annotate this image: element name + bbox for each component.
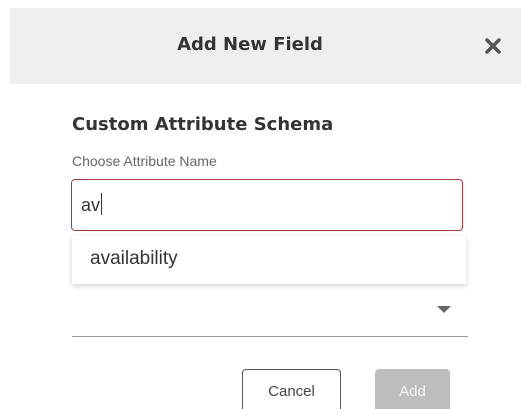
dialog: Add New Field Custom Attribute Schema Ch… [0,0,521,409]
section-title: Custom Attribute Schema [72,114,334,135]
close-icon[interactable] [481,34,505,58]
attribute-name-label: Choose Attribute Name [72,153,217,169]
attribute-name-input[interactable] [71,179,463,231]
autocomplete-dropdown: availability [72,236,466,284]
add-button[interactable]: Add [375,369,450,409]
dialog-title: Add New Field [177,34,323,55]
suggestion-option[interactable]: availability [90,248,178,270]
text-caret [101,193,103,215]
cancel-button[interactable]: Cancel [242,369,341,409]
select-underline [72,336,468,337]
dialog-header: Add New Field [10,8,521,84]
attribute-name-input-value: av [81,193,103,215]
chevron-down-icon[interactable] [437,306,451,313]
